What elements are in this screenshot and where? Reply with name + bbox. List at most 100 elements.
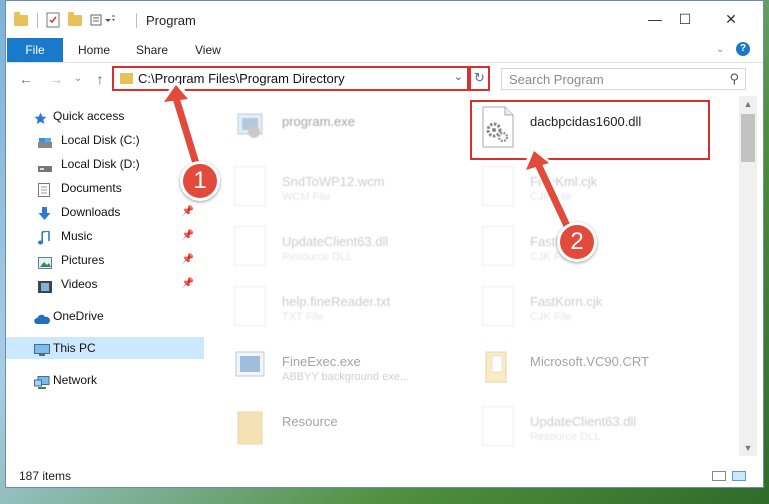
sidebar-item-pictures[interactable]: Pictures 📌: [6, 249, 200, 271]
address-path: C:\Program Files\Program Directory: [138, 71, 345, 86]
file-name: Microsoft.VC90.CRT: [530, 354, 649, 369]
large-icons-view-icon[interactable]: [732, 471, 746, 481]
tab-file[interactable]: File: [7, 38, 63, 62]
list-item[interactable]: SndToWP12.wcm WCM File: [234, 162, 464, 214]
sidebar-item-local-disk-c[interactable]: Local Disk (C:): [6, 129, 200, 151]
drive-icon: [38, 158, 52, 172]
separator: [37, 13, 38, 28]
sidebar-item-label: Local Disk (C:): [61, 133, 140, 147]
file-name: FastKorn.cjk: [530, 294, 603, 309]
file-type: WCM File: [282, 191, 331, 203]
tab-view[interactable]: View: [195, 38, 221, 62]
sidebar-item-label: Network: [53, 373, 98, 387]
sidebar-item-label: Music: [61, 229, 93, 243]
tab-home[interactable]: Home: [78, 38, 110, 62]
list-item[interactable]: program.exe: [234, 102, 464, 154]
list-item[interactable]: Microsoft.VC90.CRT: [482, 342, 712, 394]
list-item[interactable]: help.fineReader.txt TXT File: [234, 282, 464, 334]
sidebar-item-documents[interactable]: Documents: [6, 177, 200, 199]
exe-icon: [234, 106, 266, 146]
list-item[interactable]: FastNe.cjk CJK File: [482, 222, 712, 274]
help-icon[interactable]: ?: [736, 42, 750, 56]
file-type: Resource DLL: [282, 251, 353, 263]
folder-icon: [482, 346, 514, 386]
list-item[interactable]: FineKml.cjk CJK File: [482, 162, 712, 214]
file-name: program.exe: [282, 114, 355, 129]
file-icon: [482, 226, 514, 266]
chevron-down-icon[interactable]: ⌄: [454, 70, 463, 83]
sidebar-item-videos[interactable]: Videos 📌: [6, 273, 200, 295]
search-input[interactable]: Search Program ⚲: [501, 68, 746, 90]
recent-chevron-icon[interactable]: ⌄: [68, 69, 88, 89]
network-icon: [34, 374, 50, 389]
refresh-button[interactable]: ↻: [469, 66, 490, 91]
new-folder-icon[interactable]: [68, 11, 82, 29]
search-icon[interactable]: ⚲: [729, 71, 739, 87]
sidebar-item-label: Downloads: [61, 205, 121, 219]
item-count: 187 items: [19, 469, 72, 483]
address-row: ← → ⌄ ↑ C:\Program Files\Program Directo…: [6, 63, 763, 95]
file-name: UpdateClient63.dll: [530, 414, 637, 429]
close-button[interactable]: ✕: [716, 7, 746, 31]
sidebar-item-local-disk-d[interactable]: Local Disk (D:): [6, 153, 200, 175]
star-icon: [34, 110, 47, 124]
sidebar-item-network[interactable]: Network: [6, 369, 200, 391]
scroll-up-icon[interactable]: ▲: [739, 96, 757, 112]
file-type: ABBYY background exe...: [282, 371, 409, 383]
step-badge-1: 1: [180, 161, 220, 201]
file-icon: [482, 286, 514, 326]
sidebar-item-this-pc[interactable]: This PC: [6, 337, 204, 359]
maximize-button[interactable]: ☐: [670, 7, 700, 31]
file-name: FineKml.cjk: [530, 174, 598, 189]
details-view-icon[interactable]: [712, 471, 726, 481]
properties-icon[interactable]: [46, 11, 60, 29]
forward-arrow-icon[interactable]: →: [46, 69, 66, 89]
dll-gear-icon: [482, 406, 514, 446]
sidebar-item-music[interactable]: Music 📌: [6, 225, 200, 247]
scroll-thumb[interactable]: [741, 114, 755, 162]
list-item[interactable]: FineExec.exe ABBYY background exe...: [234, 342, 464, 394]
download-icon: [38, 206, 51, 220]
computer-icon: [34, 342, 50, 356]
sidebar-item-label: Local Disk (D:): [61, 157, 140, 171]
pin-icon[interactable]: 📌: [182, 249, 194, 271]
vertical-scrollbar[interactable]: ▲ ▼: [739, 96, 757, 456]
expand-ribbon-icon[interactable]: ⌄: [716, 38, 724, 62]
folder-icon: [234, 406, 266, 446]
documents-icon: [38, 182, 51, 197]
pin-icon[interactable]: 📌: [182, 225, 194, 247]
customize-qa-icon[interactable]: [90, 11, 116, 29]
scroll-down-icon[interactable]: ▼: [739, 440, 757, 456]
exe-icon: [234, 346, 266, 386]
window-title: Program: [146, 13, 196, 28]
navigation-pane: Quick access Local Disk (C:) Local Disk …: [6, 96, 204, 456]
pin-icon[interactable]: 📌: [182, 273, 194, 295]
file-name: Resource: [282, 414, 338, 429]
highlight-box: [470, 100, 710, 160]
music-icon: [38, 230, 51, 245]
list-item[interactable]: UpdateClient63.dll Resource DLL: [234, 222, 464, 274]
pin-icon[interactable]: 📌: [182, 201, 194, 223]
file-icon: [234, 286, 266, 326]
title-bar: Program — ☐ ✕: [6, 1, 763, 38]
separator: [136, 13, 137, 28]
list-item[interactable]: Resource: [234, 402, 464, 454]
list-item[interactable]: UpdateClient63.dll Resource DLL: [482, 402, 712, 454]
sidebar-item-onedrive[interactable]: OneDrive: [6, 305, 200, 327]
sidebar-item-label: Pictures: [61, 253, 105, 267]
list-item[interactable]: FastKorn.cjk CJK File: [482, 282, 712, 334]
sidebar-item-quick-access[interactable]: Quick access: [6, 105, 200, 127]
address-bar[interactable]: C:\Program Files\Program Directory ⌄: [112, 66, 469, 91]
minimize-button[interactable]: —: [640, 7, 670, 31]
file-name: FineExec.exe: [282, 354, 361, 369]
back-arrow-icon[interactable]: ←: [16, 69, 36, 89]
file-icon: [234, 166, 266, 206]
explorer-window: Program — ☐ ✕ File Home Share View ⌄ ? ←…: [5, 0, 764, 488]
up-arrow-icon[interactable]: ↑: [90, 69, 110, 89]
dll-gear-icon: [234, 226, 266, 266]
sidebar-item-label: This PC: [53, 341, 96, 355]
cloud-icon: [34, 310, 50, 324]
tab-share[interactable]: Share: [136, 38, 168, 62]
sidebar-item-downloads[interactable]: Downloads 📌: [6, 201, 200, 223]
search-placeholder: Search Program: [509, 72, 604, 87]
